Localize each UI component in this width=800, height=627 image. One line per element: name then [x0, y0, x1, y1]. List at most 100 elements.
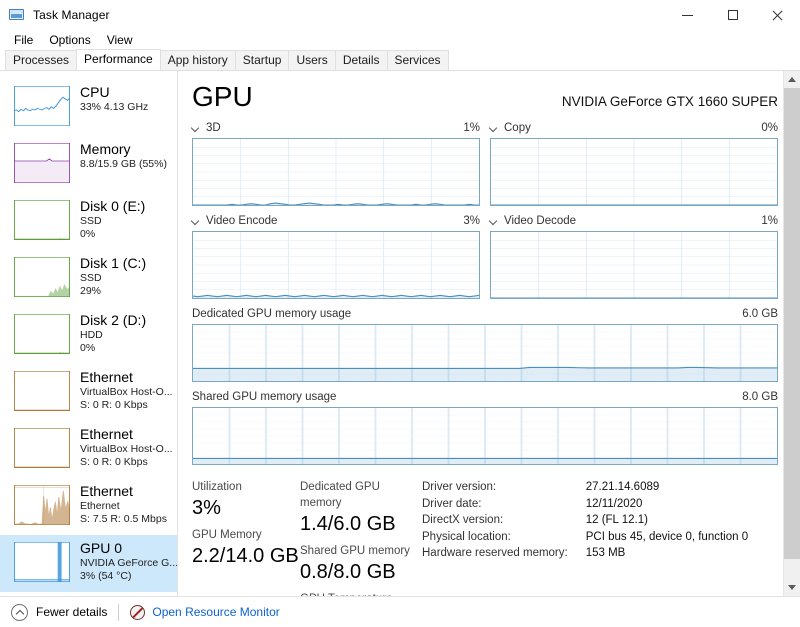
sidebar-item-text: Disk 1 (C:) SSD 29% — [80, 254, 146, 298]
sidebar-item-ethernet[interactable]: Ethernet Ethernet S: 7.5 R: 0.5 Mbps — [0, 478, 177, 535]
tab-app-history[interactable]: App history — [159, 50, 236, 70]
driver-info-value: 12/11/2020 — [585, 497, 643, 510]
tab-startup[interactable]: Startup — [234, 50, 290, 70]
graph-title-3d: 3D — [206, 122, 221, 134]
driver-info-row: Physical location: PCI bus 45, device 0, … — [422, 529, 748, 546]
sidebar-item-ethernet[interactable]: Ethernet VirtualBox Host-O... S: 0 R: 0 Kb… — [0, 364, 177, 421]
sidebar-item-sub2: S: 0 R: 0 Kbps — [80, 456, 148, 468]
plot-dedicated-memory — [192, 324, 778, 382]
stat-label-gpu-temperature: GPU Temperature — [300, 591, 422, 596]
driver-info-row: DirectX version: 12 (FL 12.1) — [422, 512, 748, 529]
graph-label-video-decode: Video Decode 1% — [490, 214, 778, 229]
sidebar-thumbnail — [14, 371, 70, 411]
sidebar-item-text: Ethernet Ethernet S: 7.5 R: 0.5 Mbps — [80, 482, 167, 526]
sidebar-item-sub1: SSD — [80, 272, 102, 284]
sidebar-item-label: Disk 2 (D:) — [80, 312, 147, 328]
tab-strip: Processes Performance App history Startu… — [0, 49, 800, 71]
graph-title-video-encode: Video Encode — [206, 215, 278, 227]
page-title: GPU — [192, 81, 253, 112]
sidebar-item-disk-0-e[interactable]: Disk 0 (E:) SSD 0% — [0, 193, 177, 250]
sidebar-item-sub2: 0% — [80, 228, 96, 240]
sidebar-item-text: GPU 0 NVIDIA GeForce G... 3% (54 °C) — [80, 539, 177, 583]
sidebar-item-text: Ethernet VirtualBox Host-O... S: 0 R: 0 Kb… — [80, 368, 173, 412]
sidebar-item-sub1: HDD — [80, 329, 103, 341]
tab-users[interactable]: Users — [288, 50, 336, 70]
main-vertical-scrollbar[interactable] — [783, 71, 800, 596]
sidebar-item-disk-1-c[interactable]: Disk 1 (C:) SSD 29% — [0, 250, 177, 307]
sidebar-item-sub2: 0% — [80, 342, 96, 354]
graph-block-3d: 3D 1% — [192, 121, 480, 206]
graph-title-video-decode: Video Decode — [504, 215, 577, 227]
sidebar-item-sub1: NVIDIA GeForce G... — [80, 557, 177, 569]
graph-label-shared-memory: Shared GPU memory usage 8.0 GB — [192, 390, 778, 405]
chevron-down-icon[interactable] — [490, 217, 499, 226]
sidebar-item-sub2: S: 7.5 R: 0.5 Mbps — [80, 513, 167, 525]
graph-title-dedicated-memory: Dedicated GPU memory usage — [192, 308, 352, 320]
sidebar-item-text: Disk 0 (E:) SSD 0% — [80, 197, 145, 241]
minimize-icon — [682, 14, 693, 16]
graph-block-video-decode: Video Decode 1% — [490, 214, 778, 299]
scroll-up-button[interactable] — [784, 71, 800, 88]
minimize-button[interactable] — [665, 0, 710, 30]
sidebar-item-sub2: 29% — [80, 285, 102, 297]
sidebar-item-gpu-0[interactable]: GPU 0 NVIDIA GeForce G... 3% (54 °C) — [0, 535, 177, 592]
sidebar-item-cpu[interactable]: CPU 33% 4.13 GHz — [0, 79, 177, 136]
gpu-model-label: NVIDIA GeForce GTX 1660 SUPER — [561, 94, 778, 109]
graph-value-shared-memory: 8.0 GB — [742, 391, 778, 403]
resource-sidebar: CPU 33% 4.13 GHz Memory 8.8/15.9 GB (55%) … — [0, 71, 178, 596]
close-button[interactable] — [755, 0, 800, 30]
sidebar-item-memory[interactable]: Memory 8.8/15.9 GB (55%) — [0, 136, 177, 193]
scrollbar-track[interactable] — [784, 88, 800, 579]
status-separator — [118, 603, 120, 621]
stats-column-3: Driver version: 27.21.14.6089 Driver date:… — [422, 479, 778, 596]
driver-info-row: Driver version: 27.21.14.6089 — [422, 479, 748, 496]
menu-item-view[interactable]: View — [99, 30, 141, 50]
scrollbar-thumb[interactable] — [784, 88, 800, 560]
driver-info-row: Hardware reserved memory: 153 MB — [422, 545, 748, 562]
driver-info-value: 27.21.14.6089 — [585, 481, 660, 493]
sidebar-thumbnail — [14, 257, 70, 297]
menu-bar: File Options View — [0, 30, 800, 50]
sidebar-thumbnail — [14, 485, 70, 525]
menu-item-file[interactable]: File — [6, 30, 41, 50]
chevron-down-icon[interactable] — [192, 124, 201, 133]
sidebar-item-sub1: VirtualBox Host-O... — [80, 386, 173, 398]
stat-label-dedicated-gpu-memory: Dedicated GPU memory — [300, 481, 380, 509]
sidebar-item-ethernet[interactable]: Ethernet VirtualBox Host-O... S: 0 R: 0 Kb… — [0, 421, 177, 478]
tab-services[interactable]: Services — [386, 50, 449, 70]
stat-value-dedicated-gpu-memory: 1.4/6.0 GB — [300, 513, 396, 535]
sidebar-item-disk-2-d[interactable]: Disk 2 (D:) HDD 0% — [0, 307, 177, 364]
graph-value-3d: 1% — [463, 122, 480, 134]
gpu-header: GPU NVIDIA GeForce GTX 1660 SUPER — [192, 81, 778, 113]
sidebar-item-text: Ethernet VirtualBox Host-O... S: 0 R: 0 Kb… — [80, 425, 173, 469]
fewer-details-button[interactable]: Fewer details — [11, 603, 108, 621]
stat-value-shared-gpu-memory: 0.8/8.0 GB — [300, 561, 396, 583]
chevron-down-icon[interactable] — [490, 124, 499, 133]
open-resource-monitor-link[interactable]: Open Resource Monitor — [130, 604, 280, 620]
sidebar-item-text: Memory 8.8/15.9 GB (55%) — [80, 140, 167, 171]
sidebar-item-label: GPU 0 — [80, 540, 123, 556]
maximize-button[interactable] — [710, 0, 755, 30]
fewer-details-label: Fewer details — [36, 605, 108, 619]
graph-title-copy: Copy — [504, 122, 531, 134]
stat-label-shared-gpu-memory: Shared GPU memory — [300, 545, 410, 557]
sidebar-item-sub1: Ethernet — [80, 500, 120, 512]
sidebar-item-sub1: 8.8/15.9 GB (55%) — [80, 158, 167, 170]
sidebar-item-text: CPU 33% 4.13 GHz — [80, 83, 148, 114]
driver-info-value: 12 (FL 12.1) — [585, 514, 648, 526]
graph-value-video-encode: 3% — [463, 215, 480, 227]
plot-3d — [192, 138, 480, 206]
tab-processes[interactable]: Processes — [5, 50, 78, 70]
menu-item-options[interactable]: Options — [41, 30, 98, 50]
sidebar-item-label: Disk 1 (C:) — [80, 255, 147, 271]
chevron-down-icon — [788, 585, 796, 590]
driver-info-value: 153 MB — [585, 547, 626, 559]
graph-value-dedicated-memory: 6.0 GB — [742, 308, 778, 320]
sidebar-thumbnail — [14, 200, 70, 240]
scroll-down-button[interactable] — [784, 579, 800, 596]
title-bar: Task Manager — [0, 0, 800, 30]
tab-performance[interactable]: Performance — [76, 49, 161, 70]
tab-details[interactable]: Details — [334, 50, 388, 70]
sidebar-thumbnail — [14, 314, 70, 354]
chevron-down-icon[interactable] — [192, 217, 201, 226]
